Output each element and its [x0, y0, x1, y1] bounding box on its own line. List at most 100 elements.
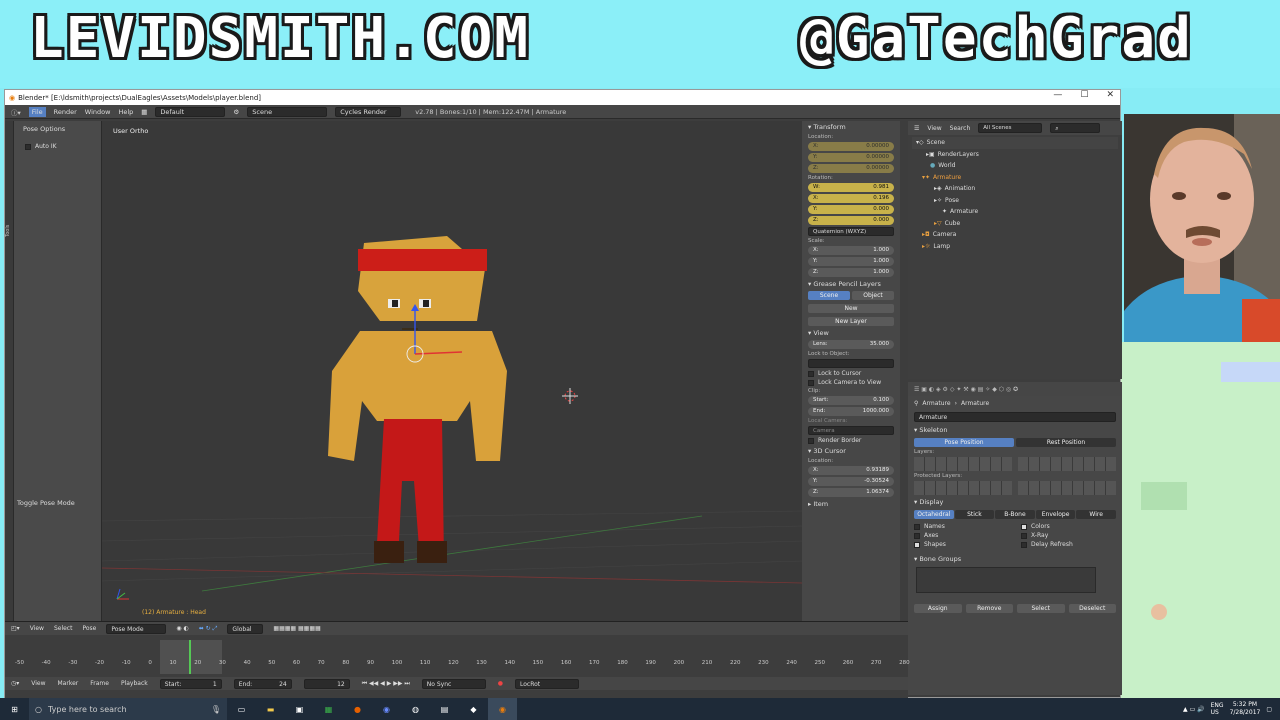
spreadsheet-icon[interactable]: ▦	[314, 698, 343, 720]
rotation-w-field[interactable]: W: 0.981	[802, 182, 900, 193]
outliner-menu-view[interactable]: View	[927, 125, 941, 132]
menu-help[interactable]: Help	[118, 108, 133, 116]
protected-layers-grid[interactable]	[908, 480, 1122, 496]
orientation-select[interactable]: Global	[227, 623, 264, 634]
item-header[interactable]: ▸ Item	[802, 498, 900, 510]
timeline-ruler[interactable]: -50 -40 -30 -20 -10 0 10 20 30 40 50 60 70 80 90 100 110…	[15, 660, 910, 670]
menu-render[interactable]: Render	[54, 108, 77, 116]
view3d-menu-pose[interactable]: Pose	[82, 625, 96, 632]
windows-start-icon[interactable]: ⊞	[0, 698, 29, 720]
outliner-item-camera[interactable]: ▸◘ Camera	[912, 229, 1118, 241]
rotation-mode-select[interactable]: Quaternion (WXYZ)	[802, 226, 900, 237]
outliner-item-cube[interactable]: ▸▽ Cube	[912, 218, 1118, 230]
rotation-y-field[interactable]: Y: 0.000	[802, 204, 900, 215]
rotation-z-field[interactable]: Z: 0.000	[802, 215, 900, 226]
pin-icon[interactable]: ⚲	[914, 400, 918, 407]
timeline-menu-frame[interactable]: Frame	[90, 680, 109, 687]
outliner-item-pose[interactable]: ▸✧ Pose	[912, 195, 1118, 207]
remove-button[interactable]: Remove	[965, 603, 1013, 613]
scene-select[interactable]: Scene	[247, 106, 328, 117]
display-octahedral-button[interactable]: Octahedral	[914, 509, 954, 519]
display-wire-button[interactable]: Wire	[1076, 509, 1116, 519]
properties-tabs[interactable]: ☰ ▣ ◐ ◈ ⚙ ◇ ✦ ⚒ ◉ ▤ ✧ ◆ ⬡ ◎ ✪	[908, 382, 1122, 396]
timeline-menu-playback[interactable]: Playback	[121, 680, 148, 687]
assign-button[interactable]: Assign	[914, 603, 962, 613]
pose-position-button[interactable]: Pose Position	[914, 437, 1014, 447]
app-icon[interactable]: ◍	[401, 698, 430, 720]
tab-tools[interactable]: Tools	[5, 121, 11, 241]
maximize-button[interactable]: ☐	[1080, 90, 1088, 100]
keying-set-field[interactable]: LocRot	[515, 678, 580, 689]
rotation-x-field[interactable]: X: 0.196	[802, 193, 900, 204]
transform-header[interactable]: ▾ Transform	[802, 121, 900, 133]
outliner-item-animation[interactable]: ▸◈ Animation	[912, 183, 1118, 195]
shapes-checkbox[interactable]: Shapes	[908, 540, 1015, 549]
view3d-menu-view[interactable]: View	[30, 625, 44, 632]
lock-cursor-checkbox[interactable]: Lock to Cursor	[802, 369, 900, 378]
playback-controls[interactable]: ⏮ ◀◀ ◀ ▶ ▶▶ ⏭	[362, 680, 410, 688]
outliner-item-armature[interactable]: ▾✦ Armature	[912, 172, 1118, 184]
view3d-editor-icon[interactable]: ◰▾	[11, 625, 20, 632]
timeline-editor-icon[interactable]: ◷▾	[11, 680, 19, 687]
rest-position-button[interactable]: Rest Position	[1016, 437, 1116, 447]
taskbar-search[interactable]: ○ Type here to search 🎙	[29, 698, 227, 720]
shading-icon[interactable]: ◉ ◐	[176, 625, 188, 632]
outliner-menu-search[interactable]: Search	[950, 125, 971, 132]
lock-camera-checkbox[interactable]: Lock Camera to View	[802, 378, 900, 387]
cursor-z-field[interactable]: Z: 1.06374	[802, 487, 900, 498]
bone-groups-list[interactable]	[916, 567, 1096, 593]
layout-select[interactable]: Default	[155, 106, 226, 117]
pose-options-header[interactable]: Pose Options	[17, 123, 71, 135]
current-frame-field[interactable]: 12	[303, 678, 350, 689]
browser-icon[interactable]: ◉	[372, 698, 401, 720]
clip-end-field[interactable]: End: 1000.000	[802, 406, 900, 417]
display-header[interactable]: ▾ Display	[908, 496, 1122, 508]
display-envelope-button[interactable]: Envelope	[1035, 509, 1076, 519]
gp-new-layer-button[interactable]: New Layer	[808, 317, 894, 326]
render-border-checkbox[interactable]: Render Border	[802, 436, 900, 445]
view-header[interactable]: ▾ View	[802, 327, 900, 339]
outliner-item-renderlayers[interactable]: ▸▣ RenderLayers	[912, 149, 1118, 161]
timeline-menu-marker[interactable]: Marker	[58, 680, 79, 687]
display-bbone-button[interactable]: B-Bone	[995, 509, 1035, 519]
timeline-menu-view[interactable]: View	[31, 680, 45, 687]
gp-object-button[interactable]: Object	[852, 291, 894, 300]
deselect-button[interactable]: Deselect	[1068, 603, 1116, 613]
store-icon[interactable]: ▣	[285, 698, 314, 720]
record-icon[interactable]: ●	[498, 680, 503, 687]
task-view-icon[interactable]: ▭	[227, 698, 256, 720]
microphone-icon[interactable]: 🎙	[211, 705, 221, 714]
lock-object-field[interactable]	[802, 358, 900, 369]
outliner-item-scene[interactable]: ▾◇ Scene	[912, 137, 1118, 149]
scale-z-field[interactable]: Z: 1.000	[802, 267, 900, 278]
names-checkbox[interactable]: Names	[908, 522, 1015, 531]
location-z-field[interactable]: Z: 0.00000	[802, 163, 900, 174]
outliner-search-input[interactable]: ⌕	[1050, 123, 1101, 133]
delay-refresh-checkbox[interactable]: Delay Refresh	[1015, 540, 1122, 549]
cursor-y-field[interactable]: Y: -0.30524	[802, 476, 900, 487]
auto-ik-checkbox[interactable]: Auto IK	[19, 142, 63, 151]
close-button[interactable]: ✕	[1106, 90, 1114, 100]
clip-start-field[interactable]: Start: 0.100	[802, 395, 900, 406]
gp-new-button[interactable]: New	[808, 304, 894, 313]
scale-x-field[interactable]: X: 1.000	[802, 245, 900, 256]
select-button[interactable]: Select	[1017, 603, 1065, 613]
tray-icons[interactable]: ▲ ▭ 🔊	[1183, 706, 1205, 713]
layers-grid[interactable]	[908, 456, 1122, 472]
unity-icon[interactable]: ◆	[459, 698, 488, 720]
menu-file[interactable]: File	[28, 106, 46, 117]
colors-checkbox[interactable]: Colors	[1015, 522, 1122, 531]
firefox-icon[interactable]: ●	[343, 698, 372, 720]
grease-pencil-header[interactable]: ▾ Grease Pencil Layers	[802, 278, 900, 290]
manipulator-icons[interactable]: ⬌ ↻ ⤢	[199, 625, 218, 633]
skeleton-header[interactable]: ▾ Skeleton	[908, 424, 1122, 436]
local-camera-field[interactable]: Camera	[802, 425, 900, 436]
view3d-menu-select[interactable]: Select	[54, 625, 73, 632]
lens-field[interactable]: Lens: 35.000	[802, 339, 900, 350]
minimize-button[interactable]: —	[1053, 90, 1062, 100]
location-y-field[interactable]: Y: 0.00000	[802, 152, 900, 163]
toggle-pose-mode-header[interactable]: Toggle Pose Mode	[11, 497, 81, 509]
scale-y-field[interactable]: Y: 1.000	[802, 256, 900, 267]
outliner-item-armature-data[interactable]: ✦ Armature	[912, 206, 1118, 218]
file-explorer-icon[interactable]: ▬	[256, 698, 285, 720]
